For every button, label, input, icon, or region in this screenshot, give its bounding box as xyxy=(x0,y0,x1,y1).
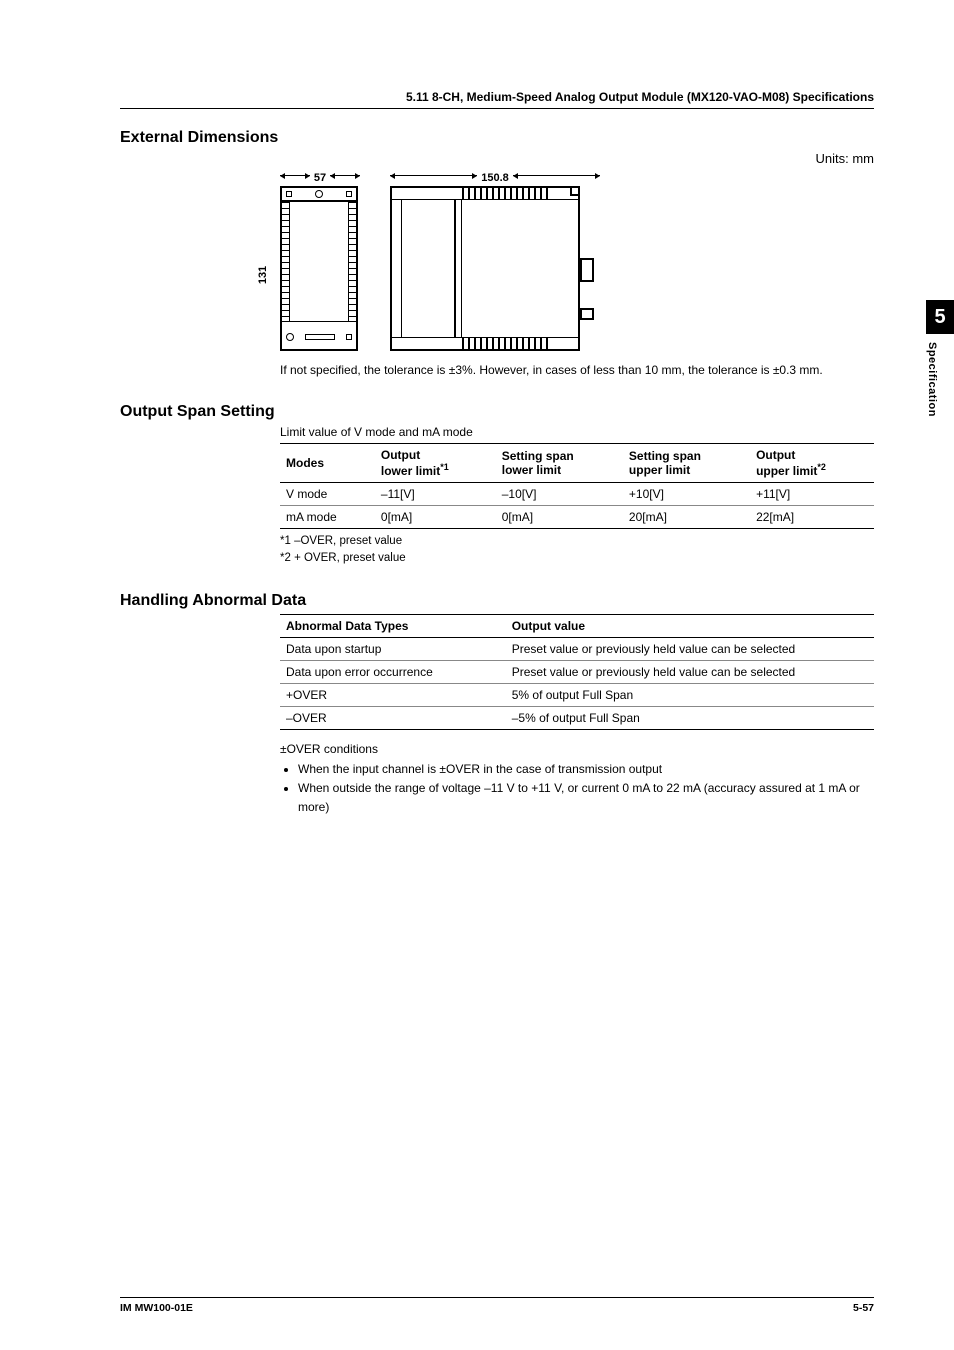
module-side-view: 150.8 xyxy=(390,172,600,351)
table-row: mA mode 0[mA] 0[mA] 20[mA] 22[mA] xyxy=(280,506,874,529)
list-item: When outside the range of voltage –11 V … xyxy=(298,779,874,817)
chapter-number: 5 xyxy=(926,300,954,334)
span-th-modes: Modes xyxy=(280,444,375,483)
abnormal-table: Abnormal Data Types Output value Data up… xyxy=(280,614,874,730)
chapter-tab: 5 Specification xyxy=(926,300,954,417)
span-block: Limit value of V mode and mA mode Modes … xyxy=(280,425,874,568)
section-header: 5.11 8-CH, Medium-Speed Analog Output Mo… xyxy=(120,90,874,109)
span-th-outlow: Output lower limit*1 xyxy=(375,444,496,483)
footer-doc-id: IM MW100-01E xyxy=(120,1302,193,1314)
dim-height: 131 xyxy=(257,265,269,283)
dimension-diagram: 57 131 150.8 xyxy=(280,172,874,351)
span-th-outup: Output upper limit*2 xyxy=(750,444,874,483)
footnote-2: *2 + OVER, preset value xyxy=(280,550,874,567)
footer-page-number: 5-57 xyxy=(853,1302,874,1314)
dim-width-side: 150.8 xyxy=(481,172,509,184)
table-row: Data upon startupPreset value or previou… xyxy=(280,637,874,660)
module-front-view: 57 131 xyxy=(280,172,360,351)
span-intro: Limit value of V mode and mA mode xyxy=(280,425,874,439)
over-conditions-heading: ±OVER conditions xyxy=(280,742,874,756)
chapter-label: Specification xyxy=(926,342,938,417)
section-header-text: 5.11 8-CH, Medium-Speed Analog Output Mo… xyxy=(406,90,874,104)
abnormal-block: Abnormal Data Types Output value Data up… xyxy=(280,614,874,818)
table-row: +OVER5% of output Full Span xyxy=(280,683,874,706)
units-label: Units: mm xyxy=(280,151,874,166)
span-footnotes: *1 –OVER, preset value *2 + OVER, preset… xyxy=(280,533,874,568)
table-row: –OVER–5% of output Full Span xyxy=(280,706,874,729)
heading-abnormal: Handling Abnormal Data xyxy=(120,592,874,610)
table-row: Data upon error occurrencePreset value o… xyxy=(280,660,874,683)
heading-external-dimensions: External Dimensions xyxy=(120,129,874,147)
footnote-1: *1 –OVER, preset value xyxy=(280,533,874,550)
span-th-setup: Setting spanupper limit xyxy=(623,444,750,483)
dimensions-block: Units: mm 57 131 150.8 xyxy=(280,151,874,379)
abn-th-type: Abnormal Data Types xyxy=(280,614,506,637)
span-th-setlow: Setting spanlower limit xyxy=(496,444,623,483)
tolerance-note: If not specified, the tolerance is ±3%. … xyxy=(280,361,874,379)
span-table: Modes Output lower limit*1 Setting spanl… xyxy=(280,443,874,529)
list-item: When the input channel is ±OVER in the c… xyxy=(298,760,874,779)
page-footer: IM MW100-01E 5-57 xyxy=(120,1297,874,1314)
over-conditions-list: When the input channel is ±OVER in the c… xyxy=(298,760,874,818)
dim-width-front: 57 xyxy=(314,172,326,184)
table-row: V mode –11[V] –10[V] +10[V] +11[V] xyxy=(280,483,874,506)
heading-output-span: Output Span Setting xyxy=(120,403,874,421)
abn-th-value: Output value xyxy=(506,614,874,637)
